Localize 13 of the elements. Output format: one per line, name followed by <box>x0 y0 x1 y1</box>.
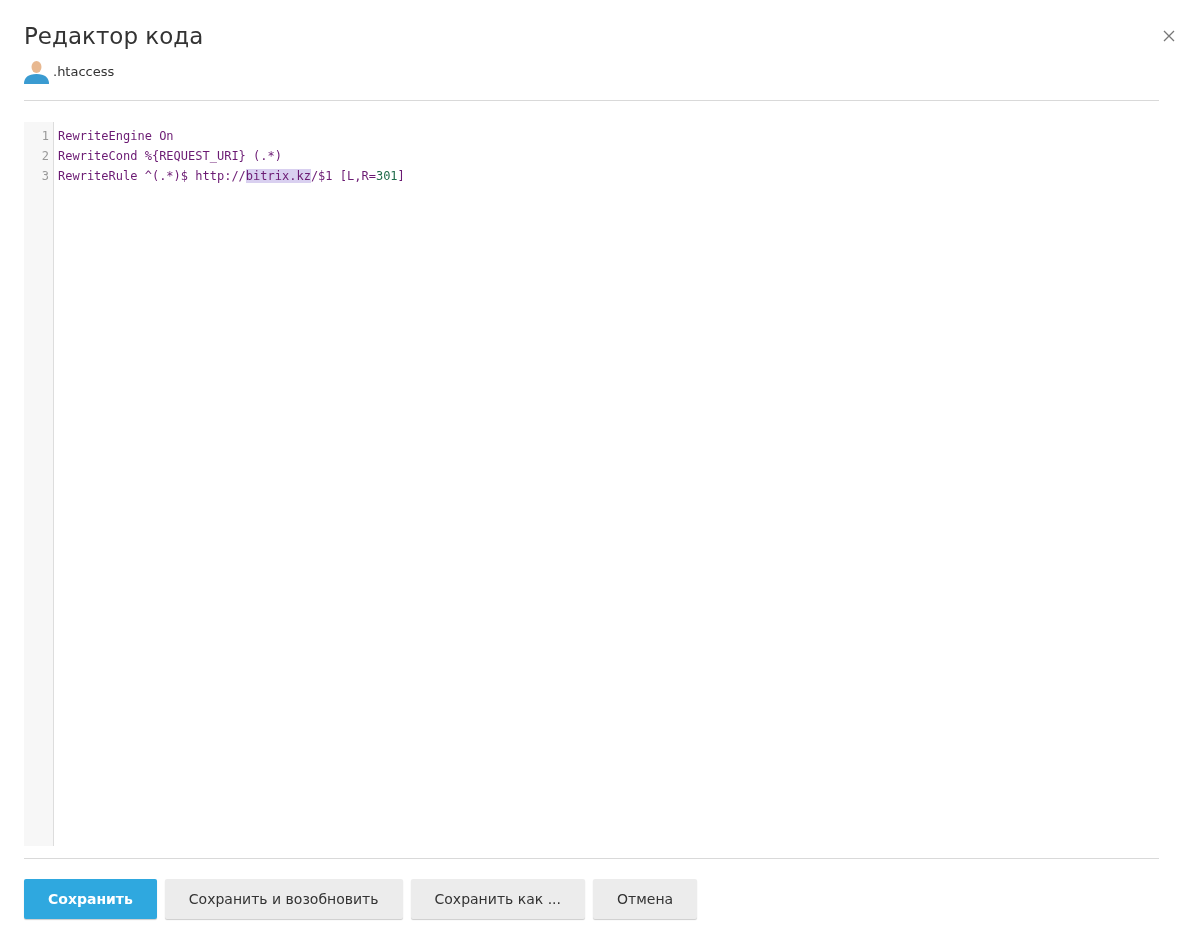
code-line: RewriteCond %{REQUEST_URI} (.*) <box>58 148 283 165</box>
close-icon[interactable] <box>1161 28 1177 44</box>
line-number: 3 <box>40 168 50 185</box>
code-line: RewriteEngine On <box>58 128 175 145</box>
code-line: RewriteRule ^(.*)$ http://bitrix.kz/$1 [L,R=301] <box>58 168 405 185</box>
dialog-button[interactable]: Сохранить и возобновить <box>164 879 403 919</box>
line-number: 2 <box>40 148 50 165</box>
file-name: .htaccess <box>53 63 115 82</box>
line-number: 1 <box>40 128 50 145</box>
dialog-button[interactable]: Отмена <box>593 879 698 919</box>
dialog-title: Редактор кода <box>24 22 204 51</box>
dialog-button[interactable]: Сохранить как ... <box>410 879 586 919</box>
user-avatar-icon <box>24 60 49 84</box>
